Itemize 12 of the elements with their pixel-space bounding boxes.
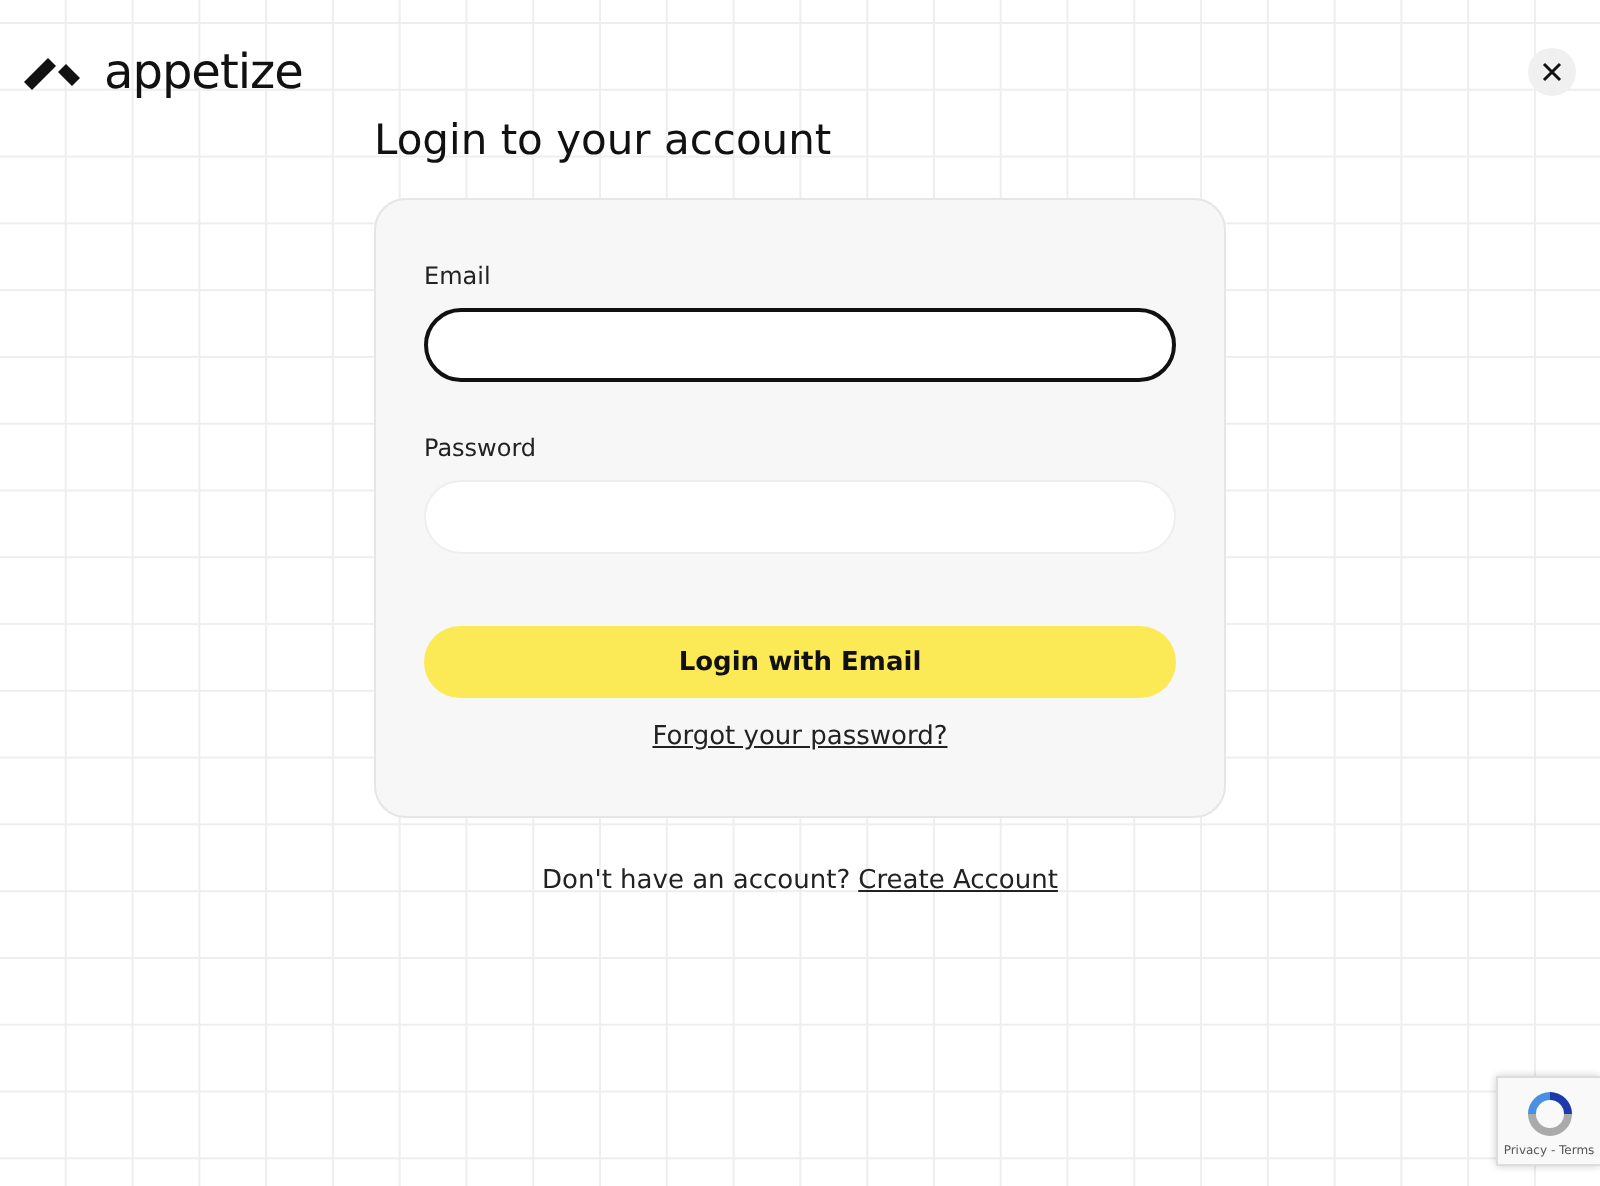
field-label: Email <box>424 262 493 290</box>
forgot-password-link[interactable]: Forgot your password? <box>652 722 948 752</box>
create-account-link[interactable]: Create Account <box>858 866 1058 896</box>
input-field[interactable] <box>424 308 1176 382</box>
logo-text: appetize <box>104 44 303 100</box>
close-button[interactable] <box>1528 48 1576 96</box>
field-label: Password <box>424 434 539 462</box>
page-title: Login to your account <box>374 116 834 164</box>
signup-prompt: Don't have an account? <box>542 866 851 896</box>
logo-icon <box>24 54 80 90</box>
close-icon <box>1542 62 1562 82</box>
login-button[interactable]: Login with Email <box>424 626 1176 698</box>
